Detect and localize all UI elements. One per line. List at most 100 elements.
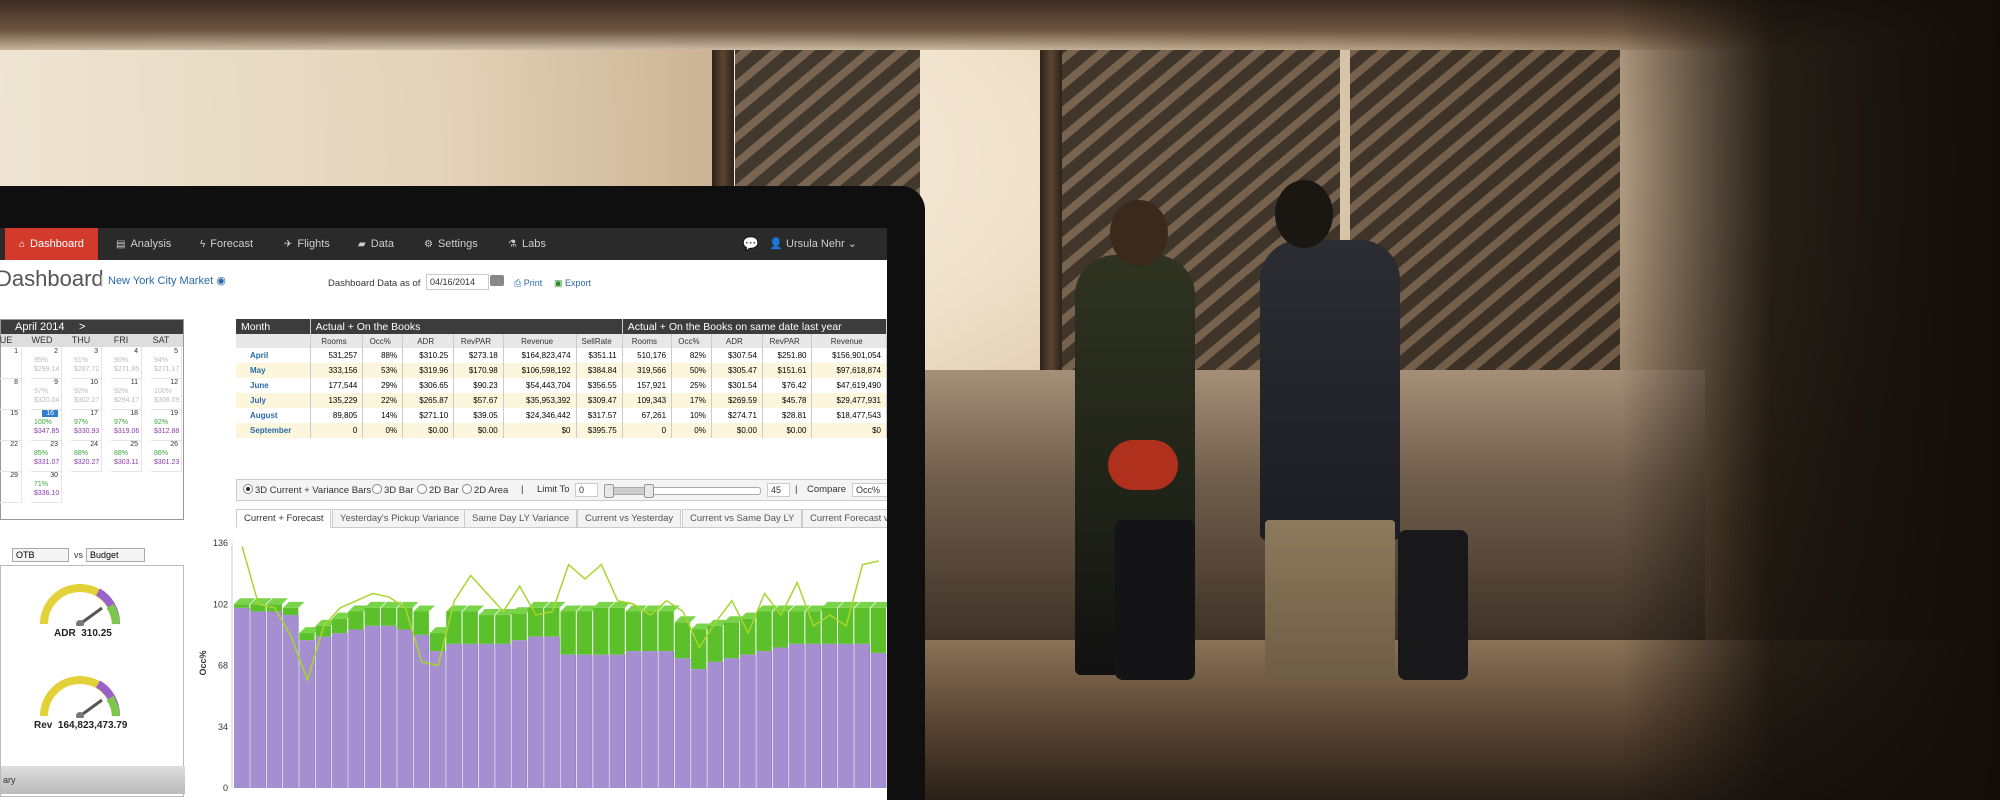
nav-forecast[interactable]: ϟ Forecast [192, 228, 261, 260]
calendar-day-cell[interactable]: 5 94% $271.17 [151, 347, 182, 379]
nav-data[interactable]: ▰ Data [350, 228, 402, 260]
column-header[interactable]: ADR [711, 334, 763, 348]
calendar-day-cell[interactable]: 3 91% $287.72 [71, 347, 102, 379]
calendar-day-cell[interactable]: 29 [0, 471, 22, 503]
calendar-day-cell[interactable]: 15 [0, 409, 22, 441]
calendar-day-rate: $320.27 [74, 459, 100, 466]
table-cell: 0 [622, 423, 673, 438]
table-cell: 109,343 [622, 393, 673, 408]
nav-labs[interactable]: ⚗ Labs [500, 228, 554, 260]
column-header[interactable]: Rooms [622, 334, 673, 348]
calendar-day-cell[interactable]: 19 92% $312.88 [151, 409, 182, 441]
calendar-icon[interactable] [490, 275, 504, 286]
column-header[interactable]: RevPAR [453, 334, 504, 348]
summary-tab[interactable]: ary [1, 766, 185, 794]
month-link[interactable]: September [236, 423, 311, 438]
calendar-day-cell[interactable]: 26 86% $301.23 [151, 440, 182, 472]
limit-min-input[interactable]: 0 [575, 483, 598, 497]
column-header[interactable]: Occ% [362, 334, 404, 348]
table-cell: 88% [362, 348, 404, 363]
nav-flights[interactable]: ✈ Flights [276, 228, 338, 260]
radio-2d-bar[interactable]: 2D Bar [417, 484, 459, 496]
calendar-day-cell[interactable]: 4 90% $271.85 [111, 347, 142, 379]
market-selector[interactable]: New York City Market ◉ [108, 274, 226, 287]
tab-yesterdays-pickup-variance[interactable]: Yesterday's Pickup Variance [332, 509, 468, 528]
month-header: Month [236, 319, 311, 334]
month-link[interactable]: April [236, 348, 311, 363]
column-header[interactable]: Revenue [503, 334, 577, 348]
column-header[interactable]: Rooms [310, 334, 364, 348]
tab-current-forecast-vs[interactable]: Current Forecast v [802, 509, 887, 528]
tab-current-forecast[interactable]: Current + Forecast [236, 509, 332, 528]
chat-icon[interactable]: 💬 [743, 228, 759, 260]
column-header[interactable]: Occ% [671, 334, 712, 348]
revenue-gauge [40, 676, 120, 718]
table-cell: $274.71 [711, 408, 763, 423]
column-header[interactable]: SellRate [576, 334, 623, 348]
occupancy-bar [658, 651, 674, 788]
slider-handle-max[interactable] [643, 484, 654, 498]
calendar-day-cell[interactable]: 12 100% $308.09 [151, 378, 182, 410]
month-link[interactable]: May [236, 363, 311, 378]
info-icon: ◉ [216, 275, 226, 287]
column-header[interactable]: RevPAR [762, 334, 813, 348]
compare-b-select[interactable]: Budget [86, 548, 145, 562]
occupancy-bar [527, 636, 544, 788]
calendar-day-cell[interactable]: 22 [0, 440, 22, 472]
tab-current-vs-yesterday[interactable]: Current vs Yesterday [577, 509, 682, 528]
calendar-day-cell[interactable]: 30 71% $336.10 [31, 471, 62, 503]
table-cell: 14% [362, 408, 404, 423]
calendar-day-cell[interactable]: 18 97% $319.06 [111, 409, 142, 441]
calendar-day-cell[interactable]: 11 92% $294.17 [111, 378, 142, 410]
weekday-label: THU [71, 335, 91, 345]
radio-3d-variance[interactable]: 3D Current + Variance Bars [243, 484, 371, 496]
month-link[interactable]: July [236, 393, 311, 408]
nav-dashboard[interactable]: ⌂ Dashboard [5, 228, 98, 260]
column-header[interactable]: ADR [402, 334, 455, 348]
compare-a-select[interactable]: OTB [12, 548, 69, 562]
as-of-date-input[interactable]: 04/16/2014 [426, 274, 489, 290]
month-link[interactable]: August [236, 408, 311, 423]
radio-2d-area[interactable]: 2D Area [462, 484, 508, 496]
limit-range-slider[interactable] [604, 484, 761, 498]
user-menu[interactable]: 👤 Ursula Nehr ⌄ [769, 228, 857, 260]
calendar-day-cell[interactable]: 1 [0, 347, 22, 379]
month-link[interactable]: June [236, 378, 311, 393]
calendar-day-cell[interactable]: 16 100% $347.85 [31, 409, 62, 441]
tab-same-day-ly-variance[interactable]: Same Day LY Variance [464, 509, 578, 528]
occupancy-bar [772, 647, 789, 788]
nav-analysis[interactable]: ▤ Analysis [108, 228, 179, 260]
table-cell: $90.23 [453, 378, 504, 393]
calendar-day-cell[interactable]: 2 95% $299.14 [31, 347, 62, 379]
slider-handle-min[interactable] [604, 484, 614, 498]
calendar-next-button[interactable]: > [79, 320, 85, 334]
variance-bar [560, 611, 576, 655]
calendar-day-cell[interactable]: 8 [0, 378, 22, 410]
table-cell: $384.84 [576, 363, 623, 378]
tab-current-vs-same-day-ly[interactable]: Current vs Same Day LY [682, 509, 803, 528]
compare-metric-select[interactable]: Occ% [852, 483, 887, 497]
calendar-day-rate: $303.11 [114, 459, 139, 466]
calendar-day-cell[interactable]: 9 97% $320.04 [31, 378, 62, 410]
calendar-day-cell[interactable]: 25 88% $303.11 [111, 440, 142, 472]
calendar-day-cell[interactable]: 23 85% $331.07 [31, 440, 62, 472]
table-cell: 50% [671, 363, 712, 378]
table-cell: $0 [503, 423, 577, 438]
calendar-day-cell[interactable]: 17 97% $330.93 [71, 409, 102, 441]
nav-settings[interactable]: ⚙ Settings [416, 228, 486, 260]
calendar-day-cell[interactable]: 24 88% $320.27 [71, 440, 102, 472]
limit-max-input[interactable]: 45 [767, 483, 790, 497]
variance-bar [805, 611, 821, 644]
calendar-day-occupancy: 90% [114, 357, 129, 364]
table-cell: 135,229 [310, 393, 364, 408]
variance-bar [854, 607, 870, 644]
occupancy-bar [364, 625, 380, 788]
print-button[interactable]: ⎙ Print [514, 278, 542, 289]
column-header[interactable]: Revenue [811, 334, 887, 348]
table-cell: 53% [362, 363, 404, 378]
occupancy-bar [805, 643, 821, 788]
export-button[interactable]: ▣ Export [554, 278, 591, 289]
dark-vignette [1620, 0, 2000, 800]
calendar-day-cell[interactable]: 10 92% $302.27 [71, 378, 102, 410]
radio-3d-bar[interactable]: 3D Bar [372, 484, 414, 496]
